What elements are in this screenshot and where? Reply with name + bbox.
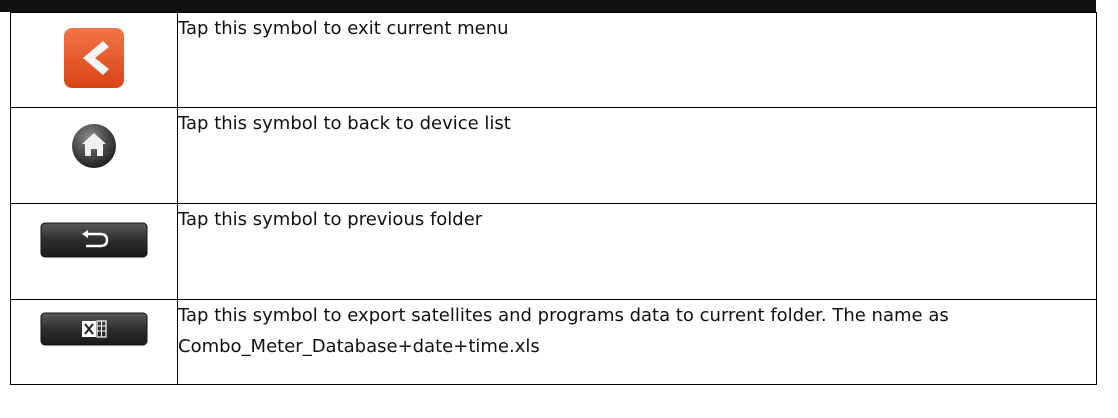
table-row: Tap this symbol to previous folder <box>10 203 1097 300</box>
table-row: Tap this symbol to export satellites and… <box>10 299 1097 385</box>
table-row: Tap this symbol to exit current menu <box>10 12 1097 108</box>
icon-cell <box>10 107 178 204</box>
icon-cell <box>10 12 178 108</box>
row-description: Tap this symbol to exit current menu <box>177 12 1097 108</box>
table-row: Tap this symbol to back to device list <box>10 107 1097 204</box>
home-icon <box>70 122 118 174</box>
icon-cell <box>10 299 178 385</box>
row-description: Tap this symbol to back to device list <box>177 107 1097 204</box>
return-folder-icon <box>40 222 148 262</box>
excel-export-icon <box>40 312 148 350</box>
page-header-bar <box>0 0 1096 12</box>
row-description: Tap this symbol to previous folder <box>177 203 1097 300</box>
row-description: Tap this symbol to export satellites and… <box>177 299 1097 385</box>
icon-cell <box>10 203 178 300</box>
exit-arrow-icon <box>63 27 125 93</box>
symbol-table: Tap this symbol to exit current menu Tap… <box>10 12 1097 385</box>
